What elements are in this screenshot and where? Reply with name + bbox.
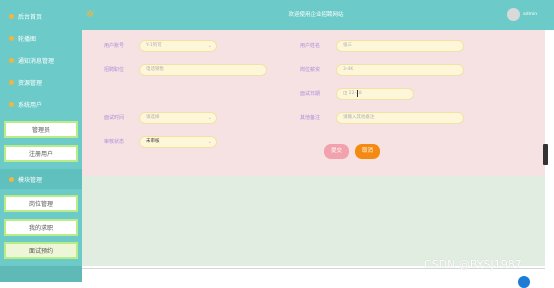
text-cursor [357, 90, 358, 97]
sidebar-item-label: 系统用户 [18, 101, 43, 109]
interview-date-value: 22-18 [348, 91, 362, 96]
user-account-value: Y-1列可 [146, 43, 162, 48]
user-account-field[interactable]: Y-1列可 ⌄ [139, 40, 217, 52]
job-salary-field[interactable]: 3-4K [336, 64, 464, 76]
sidebar-item-label: 模块管理 [18, 176, 43, 184]
scrollbar-handle[interactable] [543, 144, 548, 165]
sidebar-subitem-jobs[interactable]: 岗位管理 [4, 195, 78, 212]
users-icon [9, 101, 14, 107]
submit-button[interactable]: 提交 [324, 144, 349, 159]
job-title-field[interactable]: 电话销售 [139, 64, 267, 76]
interview-date-label: 面试日期 [300, 91, 321, 97]
user-account-label: 用户账号 [104, 43, 125, 49]
sidebar-subitem-admin[interactable]: 管理员 [4, 121, 78, 138]
calendar-icon: ◫ [343, 91, 348, 96]
watermark: CSDN @BYSJ1987 [424, 258, 522, 271]
sidebar-subitem-my-applications[interactable]: 我的求职 [4, 219, 78, 236]
sidebar-subitem-interviews[interactable]: 面试预约 [4, 242, 78, 259]
notification-icon [9, 57, 14, 63]
resources-icon [9, 79, 14, 85]
sidebar: 后台首页 轮播图 通知消息管理 资源管理 系统用户 管理员 注册用户 模块管理 … [0, 0, 82, 282]
interview-date-field[interactable]: ◫ 22-18 [336, 88, 414, 100]
chevron-down-icon: ⌄ [207, 115, 212, 121]
user-name-field[interactable]: 张三 [336, 40, 464, 52]
review-status-label: 审核状态 [104, 139, 125, 145]
site-title: 欢迎使用企业招聘网站 [288, 12, 344, 18]
user-name-label: 用户姓名 [300, 43, 321, 49]
sidebar-item-resources[interactable]: 资源管理 [0, 72, 82, 92]
chevron-down-icon: ⌄ [207, 139, 212, 145]
other-note-label: 其他备注 [300, 115, 321, 121]
sidebar-item-modules[interactable]: 模块管理 [0, 169, 82, 189]
sidebar-item-label: 轮播图 [18, 35, 37, 43]
other-note-field[interactable]: 请输入其他备注 [336, 112, 464, 124]
sidebar-item-label: 后台首页 [18, 13, 43, 21]
home-icon [9, 13, 14, 19]
sidebar-item-system-users[interactable]: 系统用户 [0, 94, 82, 114]
floating-action-icon[interactable] [518, 276, 530, 288]
interview-time-label: 面试时间 [104, 115, 125, 121]
sidebar-item-carousel[interactable]: 轮播图 [0, 28, 82, 48]
sidebar-item-home[interactable]: 后台首页 [0, 6, 82, 26]
interview-time-select[interactable]: 请选择 ⌄ [139, 112, 217, 124]
sidebar-footer [0, 266, 82, 282]
carousel-icon [9, 35, 14, 41]
job-salary-label: 岗位薪资 [300, 67, 321, 73]
cancel-button[interactable]: 取消 [355, 144, 380, 159]
user-name[interactable]: admin [523, 0, 537, 30]
review-status-select[interactable]: 未审核 ⌄ [139, 136, 217, 148]
avatar[interactable] [507, 8, 520, 21]
sidebar-item-label: 资源管理 [18, 79, 43, 87]
job-title-label: 招聘职位 [104, 67, 125, 73]
sidebar-item-label: 通知消息管理 [18, 57, 55, 65]
modules-icon [9, 176, 14, 182]
top-header: ✲ 欢迎使用企业招聘网站 admin [82, 0, 554, 30]
sidebar-item-notifications[interactable]: 通知消息管理 [0, 50, 82, 70]
review-status-value: 未审核 [146, 139, 160, 144]
chevron-down-icon: ⌄ [207, 43, 212, 49]
interview-time-value: 请选择 [146, 115, 160, 120]
sidebar-subitem-registered-users[interactable]: 注册用户 [4, 145, 78, 162]
